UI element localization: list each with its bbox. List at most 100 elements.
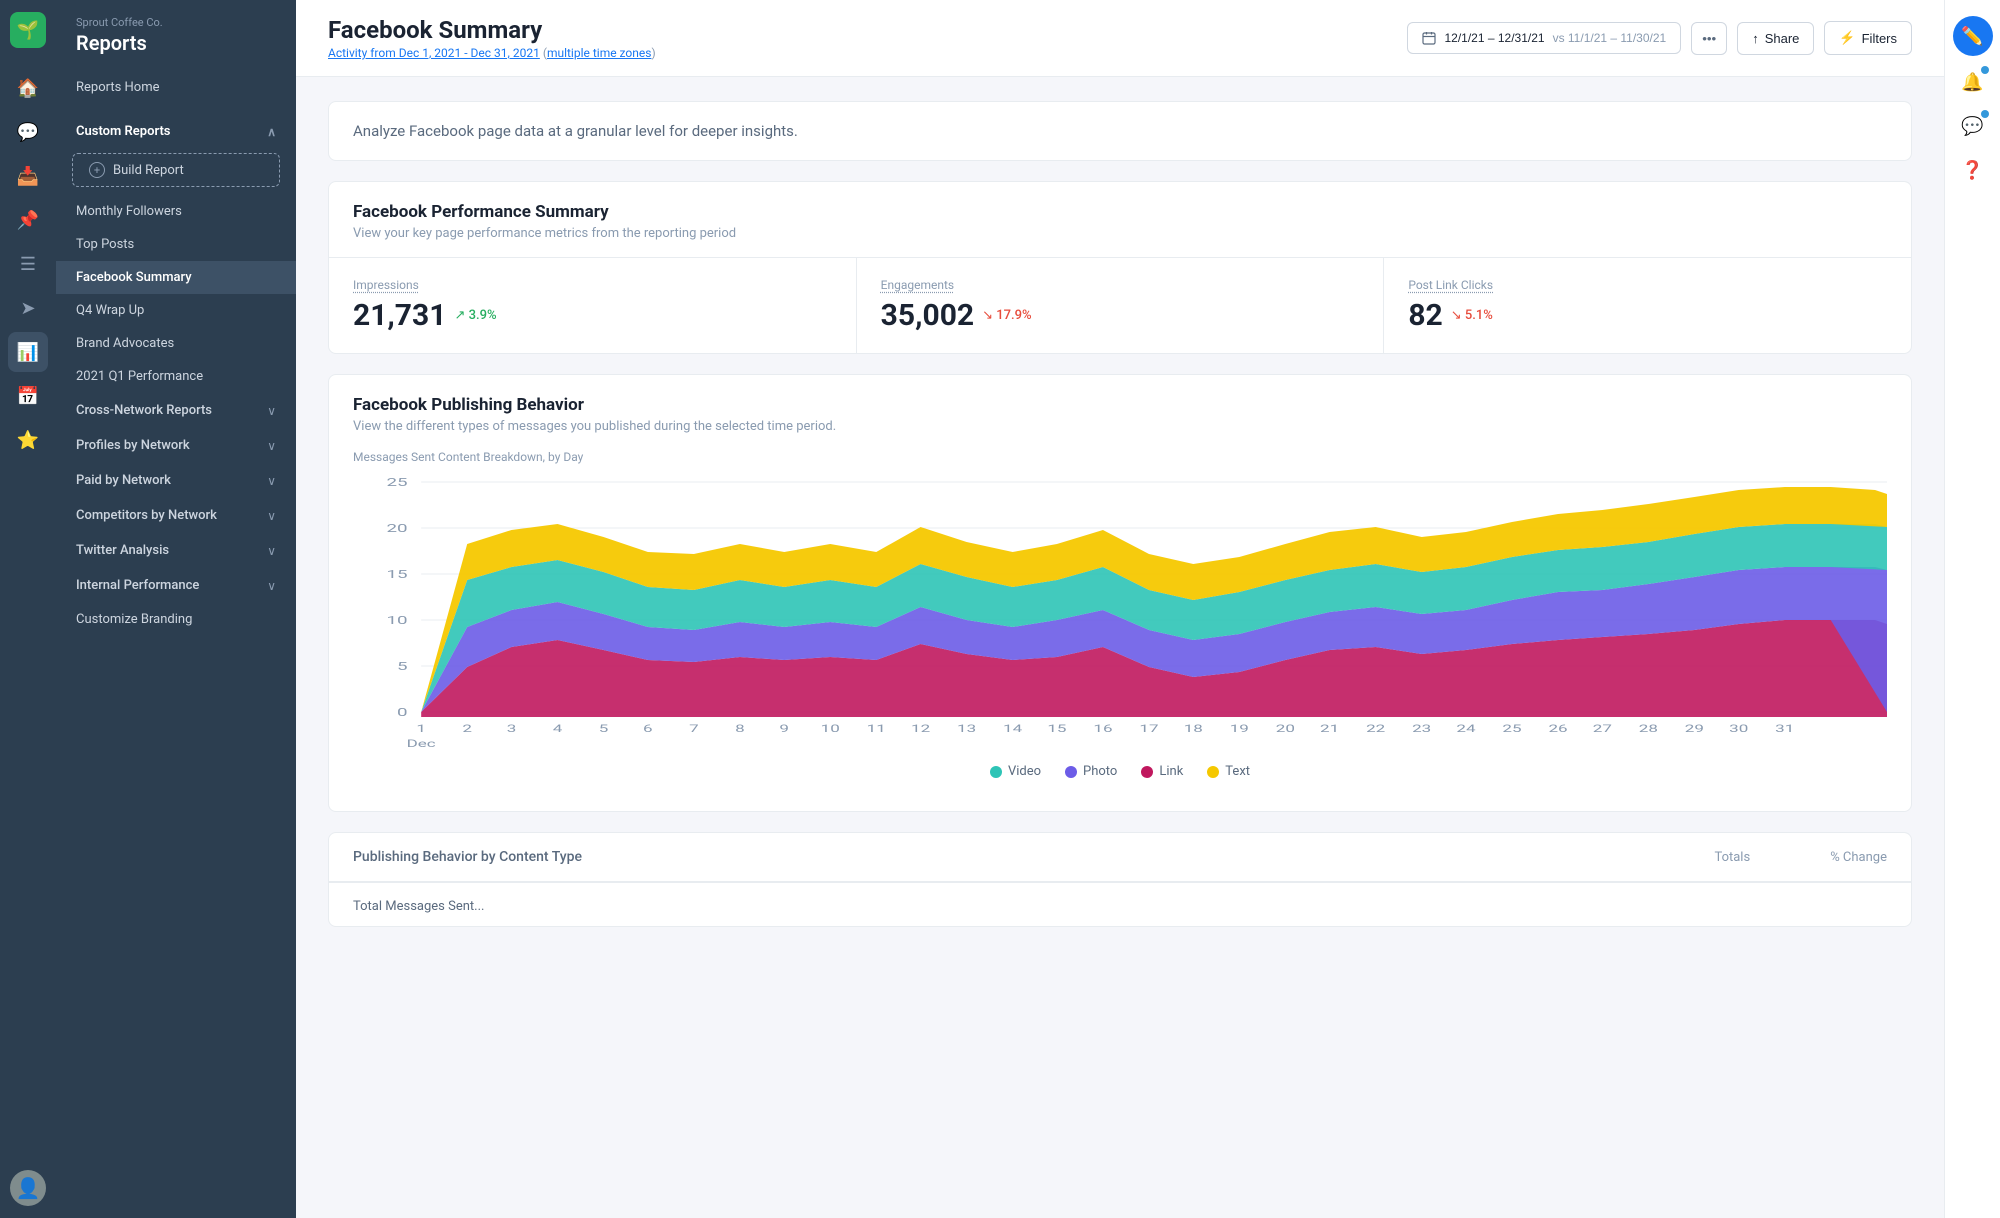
app-logo[interactable]: 🌱: [10, 12, 46, 48]
custom-reports-nav: Monthly FollowersTop PostsFacebook Summa…: [56, 195, 296, 393]
vs-date-text: vs 11/1/21 – 11/30/21: [1553, 31, 1667, 45]
legend-dot-video: [990, 766, 1002, 778]
share-button[interactable]: ↑ Share: [1737, 22, 1814, 55]
nav-inbox-icon[interactable]: 📥: [8, 156, 48, 196]
legend-item-link: Link: [1141, 764, 1183, 779]
svg-text:25: 25: [1502, 723, 1521, 734]
chevron-icon: ∨: [267, 439, 276, 453]
legend-item-video: Video: [990, 764, 1041, 779]
nav-star-icon[interactable]: ⭐: [8, 420, 48, 460]
table-card-header: Publishing Behavior by Content Type Tota…: [329, 833, 1911, 882]
svg-text:6: 6: [643, 723, 653, 734]
content-area: Analyze Facebook page data at a granular…: [296, 77, 1944, 951]
publishing-behavior-header: Facebook Publishing Behavior View the di…: [329, 375, 1911, 450]
page-subtitle: Activity from Dec 1, 2021 - Dec 31, 2021…: [328, 46, 656, 60]
custom-reports-section-label[interactable]: Custom Reports ∧: [56, 112, 296, 145]
help-icon[interactable]: ❓: [1955, 152, 1991, 188]
notification-badge: [1981, 66, 1989, 74]
nav-message-icon[interactable]: 💬: [8, 112, 48, 152]
messages-icon[interactable]: 💬: [1955, 108, 1991, 144]
svg-text:21: 21: [1320, 723, 1339, 734]
svg-text:14: 14: [1003, 723, 1022, 734]
svg-text:29: 29: [1685, 723, 1704, 734]
svg-text:25: 25: [386, 476, 408, 489]
reports-home-label: Reports Home: [76, 80, 160, 95]
edit-icon: ✏️: [1961, 26, 1983, 47]
sidebar-brand: Sprout Coffee Co.: [76, 16, 276, 29]
svg-text:11: 11: [867, 723, 886, 734]
sidebar-group-twitter-analysis[interactable]: Twitter Analysis∨: [56, 533, 296, 568]
sidebar: Sprout Coffee Co. Reports Reports Home C…: [56, 0, 296, 1218]
legend-label-video: Video: [1008, 764, 1041, 779]
share-label: Share: [1765, 31, 1800, 46]
edit-button[interactable]: ✏️: [1953, 16, 1993, 56]
sidebar-group-paid-by-network[interactable]: Paid by Network∨: [56, 463, 296, 498]
sidebar-item-2021-q1-performance[interactable]: 2021 Q1 Performance: [56, 360, 296, 393]
sidebar-item-top-posts[interactable]: Top Posts: [56, 228, 296, 261]
date-range-text: 12/1/21 – 12/31/21: [1444, 31, 1544, 45]
more-options-button[interactable]: •••: [1691, 22, 1727, 55]
publishing-behavior-card: Facebook Publishing Behavior View the di…: [328, 374, 1912, 812]
svg-text:9: 9: [779, 723, 789, 734]
sidebar-item-monthly-followers[interactable]: Monthly Followers: [56, 195, 296, 228]
build-report-label: Build Report: [113, 163, 184, 178]
svg-text:3: 3: [507, 723, 517, 734]
legend-label-photo: Photo: [1083, 764, 1117, 779]
legend-label-text: Text: [1225, 764, 1250, 779]
logo-icon: 🌱: [17, 20, 39, 41]
sidebar-item-facebook-summary[interactable]: Facebook Summary: [56, 261, 296, 294]
sidebar-group-internal-performance[interactable]: Internal Performance∨: [56, 568, 296, 603]
sidebar-item-reports-home[interactable]: Reports Home: [56, 71, 296, 104]
svg-text:20: 20: [386, 522, 407, 535]
legend-label-link: Link: [1159, 764, 1183, 779]
nav-chart-icon[interactable]: 📊: [8, 332, 48, 372]
build-report-button[interactable]: + Build Report: [72, 153, 280, 187]
calendar-icon: [1422, 31, 1436, 45]
message-badge: [1981, 110, 1989, 118]
performance-summary-title: Facebook Performance Summary: [353, 202, 1887, 222]
svg-text:26: 26: [1548, 723, 1567, 734]
svg-text:18: 18: [1184, 723, 1203, 734]
nav-calendar-icon[interactable]: 📅: [8, 376, 48, 416]
nav-home-icon[interactable]: 🏠: [8, 68, 48, 108]
sidebar-group-cross-network-reports[interactable]: Cross-Network Reports∨: [56, 393, 296, 428]
right-rail: ✏️ 🔔 💬 ❓: [1944, 0, 2000, 1218]
svg-text:5: 5: [397, 660, 408, 673]
chevron-icon: ∨: [267, 474, 276, 488]
table-card: Publishing Behavior by Content Type Tota…: [328, 832, 1912, 927]
nav-list-icon[interactable]: ☰: [8, 244, 48, 284]
svg-text:12: 12: [911, 723, 930, 734]
sidebar-group-profiles-by-network[interactable]: Profiles by Network∨: [56, 428, 296, 463]
svg-text:2: 2: [462, 723, 472, 734]
chart-label: Messages Sent Content Breakdown, by Day: [329, 450, 1911, 464]
metric-label: Engagements: [881, 278, 1360, 292]
svg-text:16: 16: [1093, 723, 1112, 734]
metrics-row: Impressions 21,731 ↗ 3.9% Engagements 35…: [329, 258, 1911, 353]
svg-text:7: 7: [689, 723, 699, 734]
filters-label: Filters: [1862, 31, 1897, 46]
sidebar-app-title: Reports: [76, 31, 276, 55]
chart-legend: Video Photo Link Text: [353, 752, 1887, 791]
notifications-icon[interactable]: 🔔: [1955, 64, 1991, 100]
sidebar-item-customize-branding[interactable]: Customize Branding: [56, 603, 296, 636]
svg-text:10: 10: [386, 614, 407, 627]
nav-pin-icon[interactable]: 📌: [8, 200, 48, 240]
svg-text:10: 10: [821, 723, 840, 734]
sidebar-item-q4-wrap-up[interactable]: Q4 Wrap Up: [56, 294, 296, 327]
date-range-button[interactable]: 12/1/21 – 12/31/21 vs 11/1/21 – 11/30/21: [1407, 22, 1681, 54]
legend-dot-photo: [1065, 766, 1077, 778]
performance-summary-header: Facebook Performance Summary View your k…: [329, 182, 1911, 258]
svg-text:Dec: Dec: [407, 738, 436, 749]
table-row-partial: Total Messages Sent...: [329, 882, 1911, 926]
sidebar-item-brand-advocates[interactable]: Brand Advocates: [56, 327, 296, 360]
svg-text:19: 19: [1230, 723, 1249, 734]
user-avatar[interactable]: 👤: [10, 1170, 46, 1206]
timezone-link[interactable]: multiple time zones: [547, 46, 652, 60]
page-header-left: Facebook Summary Activity from Dec 1, 20…: [328, 16, 656, 60]
svg-text:30: 30: [1729, 723, 1748, 734]
sidebar-group-competitors-by-network[interactable]: Competitors by Network∨: [56, 498, 296, 533]
filters-button[interactable]: ⚡ Filters: [1824, 21, 1912, 55]
svg-text:5: 5: [599, 723, 609, 734]
nav-send-icon[interactable]: ➤: [8, 288, 48, 328]
table-section-label: Publishing Behavior by Content Type: [353, 849, 582, 865]
